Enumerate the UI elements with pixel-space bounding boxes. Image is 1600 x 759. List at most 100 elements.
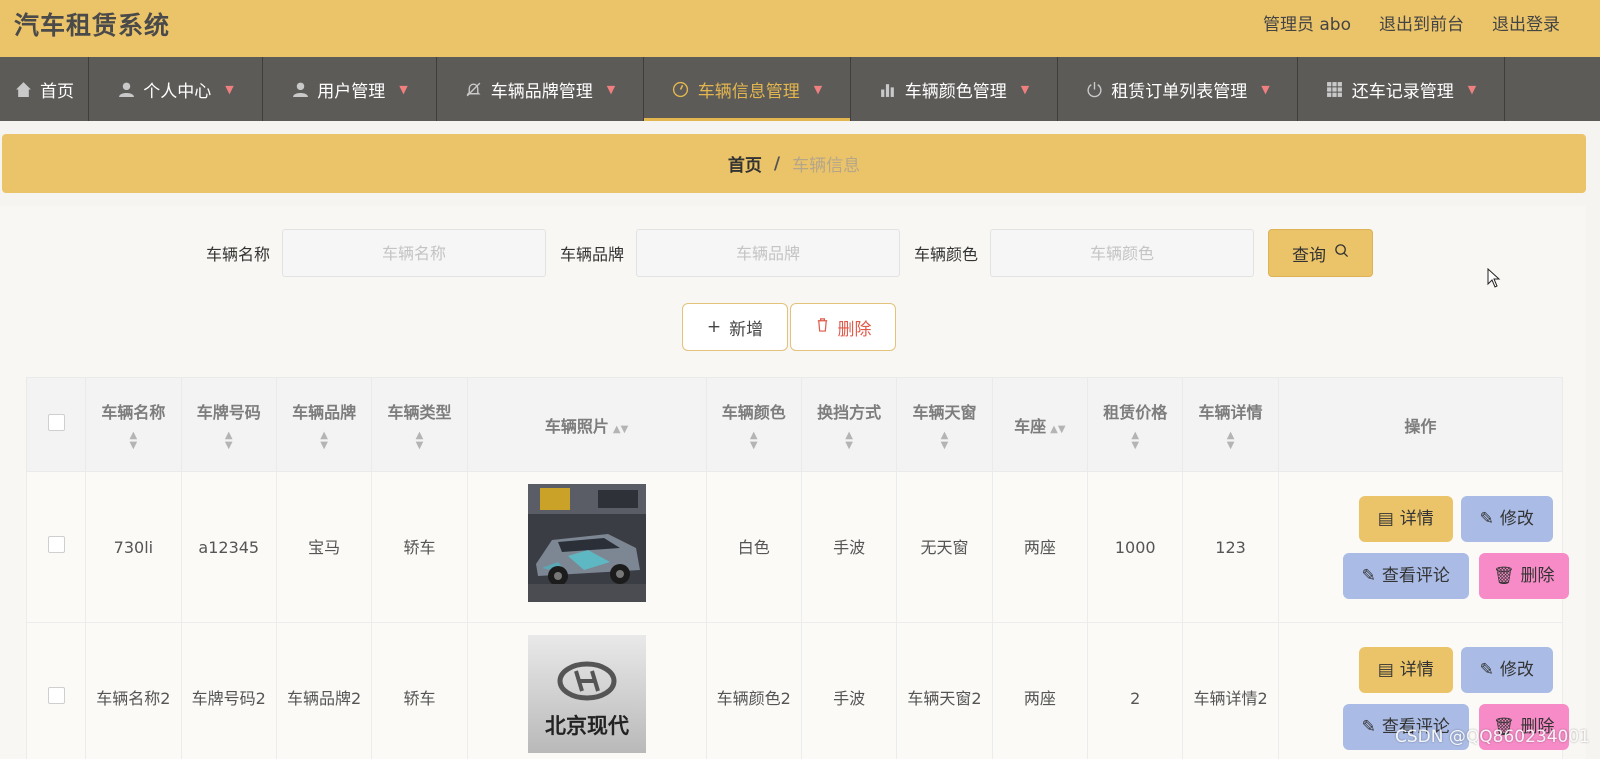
document-icon: ▤	[1377, 508, 1394, 529]
sort-icon[interactable]: ▲▼	[897, 430, 991, 451]
nav-item-return-records[interactable]: 还车记录管理 ▼	[1298, 57, 1505, 121]
sort-icon[interactable]: ▲▼	[372, 430, 466, 451]
cell-seat: 两座	[991, 622, 1089, 759]
column-header[interactable]: 车辆类型 ▲ ▼	[371, 377, 468, 472]
name-search-input[interactable]	[282, 229, 547, 277]
sort-icon[interactable]: ▲▼	[613, 424, 628, 435]
search-form: 车辆名称 车辆品牌 车辆颜色 查询	[206, 229, 1374, 277]
detail-label: 详情	[1399, 508, 1434, 529]
race-car-photo[interactable]	[527, 484, 646, 602]
column-header[interactable]: 车座 ▲▼	[991, 377, 1089, 472]
cell-detail: 123	[1182, 471, 1279, 623]
detail-button[interactable]: ▤ 详情	[1358, 647, 1453, 693]
header-links: 管理员 abo 退出到前台 退出登录	[1263, 10, 1560, 35]
hyundai-logo-photo[interactable]: 北京现代	[527, 635, 646, 753]
header-label: 车辆详情	[1198, 402, 1263, 422]
sort-icon[interactable]: ▲▼	[707, 430, 801, 451]
batch-delete-button[interactable]: 删除	[790, 303, 896, 351]
header-label: 车座	[1014, 416, 1047, 436]
cell-brand: 车辆品牌2	[275, 622, 373, 759]
logout-link[interactable]: 退出登录	[1492, 10, 1560, 35]
cell-ops: ▤ 详情 ✎ 修改 ✎ 查看评论 🗑 删除	[1277, 471, 1569, 623]
pencil-icon: ✎	[1361, 716, 1376, 737]
cell-detail: 车辆详情2	[1182, 622, 1279, 759]
row-actions: ▤ 详情 ✎ 修改 ✎ 查看评论 🗑 删除	[1279, 472, 1569, 622]
edit-button[interactable]: ✎ 修改	[1460, 647, 1553, 693]
to-front-link[interactable]: 退出到前台	[1379, 10, 1464, 35]
chevron-down-icon: ▼	[813, 82, 823, 96]
pencil-icon: ✎	[1479, 508, 1494, 529]
column-header[interactable]: 车辆照片 ▲▼	[466, 377, 707, 472]
query-button[interactable]: 查询	[1268, 229, 1374, 277]
column-header[interactable]: 车辆品牌 ▲ ▼	[275, 377, 373, 472]
breadcrumb-home[interactable]: 首页	[728, 151, 762, 176]
nav-label: 车辆颜色管理	[904, 81, 1007, 102]
column-header[interactable]: 车辆颜色 ▲ ▼	[705, 377, 802, 472]
table-header-row: 车辆名称 ▲ ▼ 车牌号码 ▲ ▼ 车辆品牌 ▲ ▼ 车辆类型 ▲ ▼ 车辆照片 ▲▼ 车辆颜色 ▲…	[25, 377, 1564, 472]
query-label: 查询	[1292, 245, 1327, 266]
mouse-cursor	[1487, 267, 1501, 292]
detail-label: 详情	[1399, 659, 1434, 680]
cell-color: 车辆颜色2	[705, 622, 802, 759]
column-header[interactable]: 车辆详情 ▲ ▼	[1182, 377, 1279, 472]
edit-button[interactable]: ✎ 修改	[1460, 496, 1553, 542]
nav-label: 租赁订单列表管理	[1111, 81, 1248, 102]
edit-label: 修改	[1499, 508, 1534, 529]
header-label: 车辆天窗	[912, 402, 977, 422]
header-label: 车牌号码	[196, 402, 261, 422]
nav-item-personal-center[interactable]: 个人中心 ▼	[89, 57, 263, 121]
user-icon	[117, 80, 135, 98]
cell-sunroof: 无天窗	[896, 471, 993, 623]
cell-name: 车辆名称2	[85, 622, 182, 759]
bar-chart-icon	[879, 80, 897, 98]
review-label: 查看评论	[1381, 565, 1450, 586]
header-label: 车辆颜色	[721, 402, 786, 422]
sort-icon[interactable]: ▲▼	[182, 430, 276, 451]
cell-brand: 宝马	[275, 471, 373, 623]
nav-item-vehicle-info[interactable]: 车辆信息管理 ▼	[644, 57, 851, 121]
delete-button[interactable]: 🗑 删除	[1478, 553, 1569, 599]
sort-icon[interactable]: ▲▼	[1183, 430, 1277, 451]
color-search-input[interactable]	[990, 229, 1255, 277]
row-select-cell	[25, 471, 87, 623]
sort-icon[interactable]: ▲▼	[1088, 430, 1182, 451]
nav-item-order-management[interactable]: 租赁订单列表管理 ▼	[1058, 57, 1298, 121]
sort-icon[interactable]: ▲▼	[277, 430, 371, 451]
delete-label: 删除	[837, 319, 872, 340]
nav-item-user-management[interactable]: 用户管理 ▼	[263, 57, 437, 121]
chevron-down-icon: ▼	[1261, 82, 1270, 96]
row-checkbox[interactable]	[47, 686, 65, 704]
row-checkbox[interactable]	[47, 535, 65, 553]
delete-label: 删除	[1520, 565, 1555, 586]
nav-label: 用户管理	[317, 81, 386, 102]
column-header[interactable]: 车辆名称 ▲ ▼	[85, 377, 182, 472]
home-icon	[14, 80, 32, 98]
header-label: 租赁价格	[1103, 402, 1168, 422]
detail-button[interactable]: ▤ 详情	[1358, 496, 1453, 542]
view-review-button[interactable]: ✎ 查看评论	[1342, 553, 1469, 599]
column-header-ops: 操作	[1277, 377, 1564, 472]
pencil-icon: ✎	[1361, 565, 1376, 586]
select-all-checkbox[interactable]	[47, 414, 65, 431]
nav-item-color-management[interactable]: 车辆颜色管理 ▼	[851, 57, 1058, 121]
chevron-down-icon: ▼	[399, 82, 408, 96]
brand-search-input[interactable]	[636, 229, 901, 277]
column-header[interactable]: 车辆天窗 ▲ ▼	[896, 377, 993, 472]
column-header[interactable]: 租赁价格 ▲ ▼	[1087, 377, 1184, 472]
sort-icon[interactable]: ▲▼	[1050, 424, 1065, 435]
cell-seat: 两座	[991, 471, 1089, 623]
action-buttons: + 新增 删除	[682, 303, 896, 351]
sort-icon[interactable]: ▲▼	[86, 430, 180, 451]
breadcrumb: 首页 / 车辆信息	[2, 134, 1586, 193]
add-button[interactable]: + 新增	[682, 303, 788, 351]
user-icon	[291, 80, 309, 98]
cell-photo	[466, 471, 707, 623]
plus-icon: +	[706, 317, 722, 337]
nav-item-home[interactable]: 首页	[0, 57, 89, 121]
nav-item-brand-management[interactable]: 车辆品牌管理 ▼	[437, 57, 644, 121]
column-header[interactable]: 换挡方式 ▲ ▼	[800, 377, 898, 472]
cell-name: 730li	[85, 471, 182, 623]
column-header[interactable]: 车牌号码 ▲ ▼	[180, 377, 277, 472]
sort-icon[interactable]: ▲▼	[802, 430, 896, 451]
cell-gear: 手波	[800, 622, 898, 759]
